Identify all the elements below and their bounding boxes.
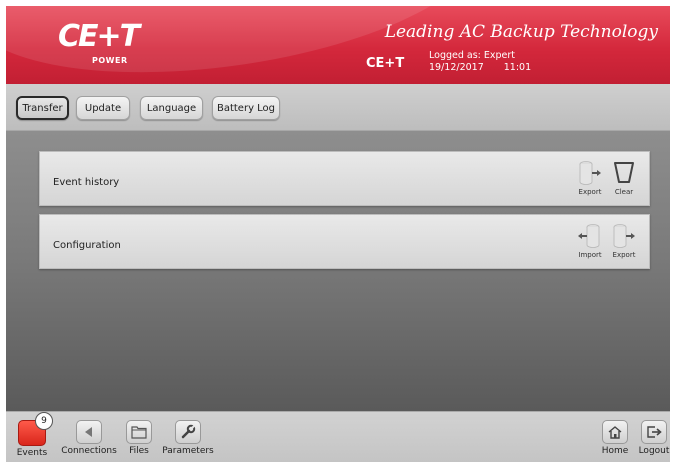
main-content: Event history Export Clear Configuration [6, 131, 670, 411]
connections-icon [76, 420, 102, 444]
files-button[interactable]: Files [124, 420, 154, 460]
connections-button[interactable]: Connections [56, 420, 122, 460]
import-caption: Import [578, 251, 602, 259]
clear-icon [614, 162, 634, 183]
bottom-bar: 9 Events Connections Files Parameters Ho… [6, 411, 670, 462]
export-caption: Export [578, 188, 602, 196]
event-clear-button[interactable]: Clear [610, 160, 638, 200]
login-info: Logged as: Expert 19/12/2017 11:01 [429, 50, 551, 74]
logout-button[interactable]: Logout [638, 420, 670, 460]
logout-label: Logout [638, 446, 670, 456]
events-label: Events [16, 448, 48, 458]
home-label: Home [601, 446, 629, 456]
connections-label: Connections [61, 446, 117, 456]
configuration-panel: Configuration Import Export [39, 214, 650, 269]
tagline: Leading AC Backup Technology [384, 22, 658, 42]
files-label: Files [129, 446, 149, 456]
config-import-button[interactable]: Import [576, 223, 604, 263]
header: CE+T POWER Leading AC Backup Technology … [6, 6, 670, 84]
export-caption: Export [612, 251, 636, 259]
parameters-label: Parameters [162, 446, 214, 456]
home-button[interactable]: Home [600, 420, 630, 460]
transfer-button[interactable]: Transfer [16, 96, 69, 120]
wrench-icon [175, 420, 201, 444]
export-icon [613, 224, 635, 248]
events-icon: 9 [18, 412, 53, 446]
panel-label: Event history [53, 177, 120, 188]
logo-text: CE+T [58, 19, 140, 54]
events-count-badge: 9 [35, 412, 53, 430]
events-button[interactable]: 9 Events [14, 412, 53, 460]
config-export-button[interactable]: Export [610, 223, 638, 263]
login-date: 19/12/2017 [429, 62, 484, 73]
logo-sub: POWER [92, 56, 128, 65]
company-name: CE+T [366, 56, 405, 71]
folder-icon [126, 420, 152, 444]
panel-label: Configuration [53, 240, 121, 251]
logo: CE+T POWER [58, 19, 140, 74]
app-window: CE+T POWER Leading AC Backup Technology … [6, 6, 670, 462]
import-icon [578, 224, 600, 248]
logged-as: Logged as: Expert [429, 50, 516, 61]
event-history-panel: Event history Export Clear [39, 151, 650, 206]
update-button[interactable]: Update [76, 96, 130, 120]
clear-caption: Clear [614, 188, 634, 196]
toolbar: Transfer Update Language Battery Log [6, 84, 670, 131]
login-time: 11:01 [503, 62, 532, 73]
export-icon [579, 161, 601, 185]
battery-log-button[interactable]: Battery Log [212, 96, 280, 120]
parameters-button[interactable]: Parameters [160, 420, 216, 460]
home-icon [602, 420, 628, 444]
language-button[interactable]: Language [140, 96, 203, 120]
event-export-button[interactable]: Export [576, 160, 604, 200]
logout-icon [641, 420, 667, 444]
